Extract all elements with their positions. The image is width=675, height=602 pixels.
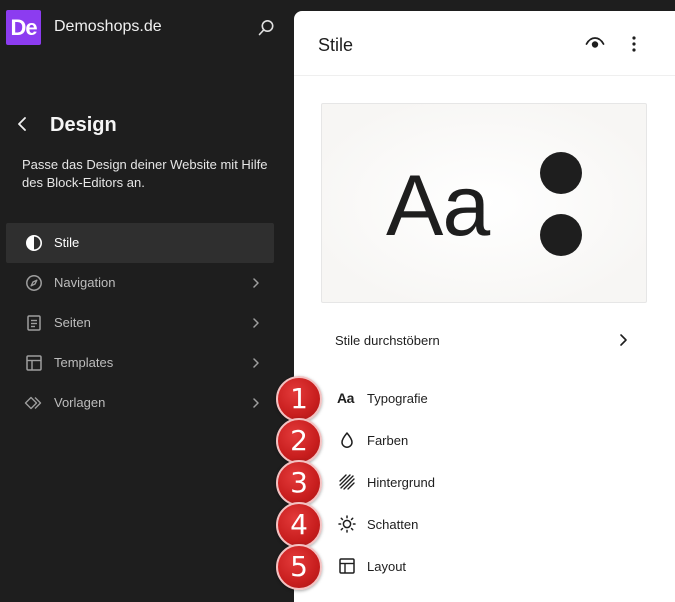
sidebar-item-stile[interactable]: Stile [6,223,274,263]
typography-icon: Aa [337,390,354,406]
menu-item-label: Farben [367,433,409,448]
page-icon [24,313,44,333]
background-icon [337,472,357,492]
compass-icon [24,273,44,293]
browse-styles-label: Stile durchstöbern [335,333,440,348]
page-description: Passe das Design deiner Website mit Hilf… [22,157,268,190]
site-logo[interactable]: De [6,10,41,45]
sidebar-item-label: Templates [54,355,114,370]
preview-sample-text: Aa [386,158,490,254]
preview-color-dot [540,152,582,194]
annotation-badge: 2 [275,418,323,464]
annotation-badge: 5 [275,544,323,590]
menu-item-label: Layout [367,559,407,574]
chevron-right-icon [250,356,262,370]
sidebar-item-label: Navigation [54,275,116,290]
layout-icon [24,353,44,373]
menu-item-label: Schatten [367,517,419,532]
site-header: De Demoshops.de [0,0,294,56]
style-settings-menu: Aa Typografie Farben Hintergrund Schatte… [321,377,647,587]
chevron-right-icon [250,396,262,410]
badge-number: 4 [290,508,308,541]
annotation-badge: 1 [275,376,323,422]
panel-title: Stile [318,35,354,55]
shadow-sun-icon [337,514,357,534]
annotation-badges: 1 2 3 4 5 [275,376,325,590]
layout-icon [337,556,357,576]
menu-item-label: Typografie [367,391,428,406]
menu-item-hintergrund[interactable]: Hintergrund [321,461,647,503]
menu-item-farben[interactable]: Farben [321,419,647,461]
menu-item-schatten[interactable]: Schatten [321,503,647,545]
back-arrow-icon[interactable] [12,113,34,135]
badge-number: 2 [290,424,308,457]
style-preview[interactable]: Aa [321,103,647,303]
more-options-icon[interactable] [624,33,644,55]
site-name[interactable]: Demoshops.de [54,18,162,36]
sidebar-item-navigation[interactable]: Navigation [6,263,274,303]
page-title: Design [50,114,117,136]
symbol-icon [24,393,44,413]
menu-item-typografie[interactable]: Aa Typografie [321,377,647,419]
browse-styles-button[interactable]: Stile durchstöbern [321,323,647,357]
chevron-right-icon [250,316,262,330]
badge-number: 1 [290,382,308,415]
badge-number: 3 [290,466,308,499]
menu-item-layout[interactable]: Layout [321,545,647,587]
preview-color-dot [540,214,582,256]
menu-item-label: Hintergrund [367,475,435,490]
sidebar: De Demoshops.de Design Passe das Design … [0,0,294,602]
annotation-badge: 4 [275,502,323,548]
chevron-right-icon [250,276,262,290]
droplet-icon [337,430,357,450]
sidebar-item-label: Stile [54,235,80,250]
chevron-right-icon [617,332,629,348]
sidebar-nav: Stile Navigation Seiten Templates Vorlag… [6,223,274,423]
search-icon[interactable] [254,16,278,40]
half-circle-icon [24,233,44,253]
annotation-badge: 3 [275,460,323,506]
sidebar-item-seiten[interactable]: Seiten [6,303,274,343]
sidebar-item-vorlagen[interactable]: Vorlagen [6,383,274,423]
sidebar-item-templates[interactable]: Templates [6,343,274,383]
eye-icon[interactable] [584,33,606,55]
badge-number: 5 [290,550,308,583]
sidebar-item-label: Seiten [54,315,91,330]
panel-header: Stile [294,11,675,76]
styles-panel: Stile Aa Stile durchstöbern Aa Typografi… [294,11,675,602]
sidebar-item-label: Vorlagen [54,395,106,410]
